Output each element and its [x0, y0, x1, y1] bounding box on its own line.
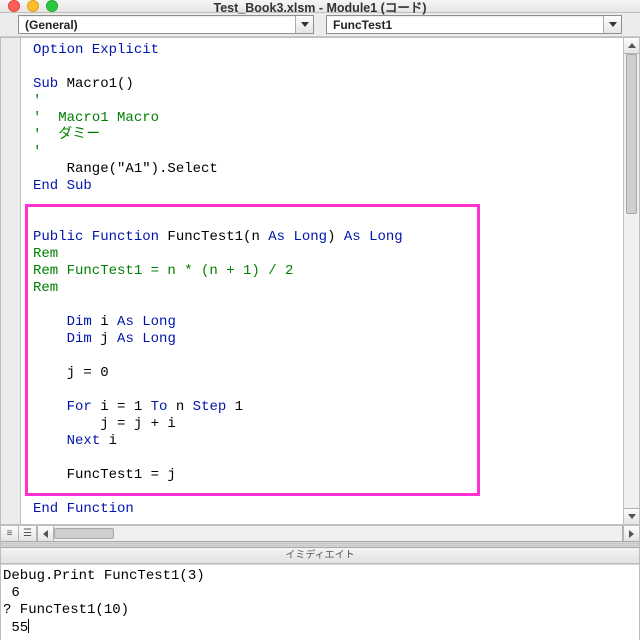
immediate-window[interactable]: Debug.Print FuncTest1(3) 6 ? FuncTest1(1…	[1, 564, 639, 640]
title-bar: Test_Book3.xlsm - Module1 (コード)	[0, 0, 640, 13]
code-token: As Long	[117, 331, 176, 347]
chevron-up-icon	[628, 43, 636, 48]
code-token: )	[327, 229, 344, 245]
editor-stage: Option Explicit Sub Macro1() ' ' Macro1 …	[0, 37, 640, 640]
code-token: Rem	[33, 280, 58, 296]
code-scroll[interactable]: Option Explicit Sub Macro1() ' ' Macro1 …	[21, 38, 639, 524]
chevron-left-icon	[43, 530, 48, 538]
code-token: Range("A1").Select	[33, 161, 218, 177]
horizontal-bar: ≡ ☰	[1, 525, 639, 541]
scroll-track[interactable]	[624, 54, 639, 508]
code-token: As Long	[344, 229, 403, 245]
vertical-scrollbar[interactable]	[623, 38, 639, 524]
immediate-line: 55	[3, 620, 28, 636]
code-token: Dim	[67, 314, 92, 330]
immediate-line: 6	[3, 585, 28, 601]
code-token: '	[33, 144, 41, 160]
minimize-icon[interactable]	[27, 0, 39, 12]
scroll-thumb[interactable]	[54, 528, 114, 539]
code-token: Public Function	[33, 229, 159, 245]
scroll-down-button[interactable]	[624, 508, 639, 524]
code-token: j = j + i	[33, 416, 176, 432]
full-module-view-button[interactable]: ☰	[19, 526, 37, 541]
object-procedure-bar: (General) FuncTest1	[0, 13, 640, 37]
code-token: Step	[193, 399, 227, 415]
code-token: As Long	[268, 229, 327, 245]
pane-splitter[interactable]	[1, 541, 639, 548]
code-token: End Sub	[33, 178, 92, 194]
window-controls	[8, 0, 58, 12]
code-token: Rem	[33, 246, 58, 262]
code-token: Dim	[67, 331, 92, 347]
code-token: Next	[67, 433, 101, 449]
code-token: Macro1()	[67, 76, 134, 92]
code-token: FuncTest1(n	[159, 229, 268, 245]
maximize-icon[interactable]	[46, 0, 58, 12]
chevron-down-icon[interactable]	[603, 16, 621, 33]
chevron-right-icon	[629, 530, 634, 538]
procedure-view-button[interactable]: ≡	[1, 526, 19, 541]
code-token: End Function	[33, 501, 134, 517]
code-token: i	[92, 314, 117, 330]
horizontal-scrollbar[interactable]	[53, 526, 623, 541]
margin-indicator[interactable]	[1, 38, 21, 524]
code-token: Option Explicit	[33, 42, 159, 58]
code-token: Rem FuncTest1 = n * (n + 1) / 2	[33, 263, 293, 279]
code-token: As Long	[117, 314, 176, 330]
code-editor[interactable]: Option Explicit Sub Macro1() ' ' Macro1 …	[21, 38, 639, 524]
immediate-line: Debug.Print FuncTest1(3)	[3, 568, 205, 584]
scroll-left-button[interactable]	[37, 526, 53, 541]
chevron-down-icon	[628, 514, 636, 519]
close-icon[interactable]	[8, 0, 20, 12]
immediate-window-title: イミディエイト	[1, 548, 639, 564]
code-token: i = 1	[92, 399, 151, 415]
code-token: For	[67, 399, 92, 415]
code-token: FuncTest1 = j	[33, 467, 176, 483]
code-token: j	[92, 331, 117, 347]
scroll-right-button[interactable]	[623, 526, 639, 541]
code-token: '	[33, 93, 41, 109]
code-token: Sub	[33, 76, 58, 92]
chevron-down-icon[interactable]	[295, 16, 313, 33]
code-token: Macro1 Macro	[41, 110, 159, 126]
procedure-dropdown-value: FuncTest1	[327, 16, 603, 33]
code-token: n	[167, 399, 192, 415]
code-token: i	[100, 433, 117, 449]
code-token: To	[151, 399, 168, 415]
code-pane: Option Explicit Sub Macro1() ' ' Macro1 …	[1, 38, 639, 525]
code-token: 1	[226, 399, 243, 415]
scroll-thumb[interactable]	[626, 54, 637, 214]
scroll-up-button[interactable]	[624, 38, 639, 54]
code-token: j = 0	[33, 365, 109, 381]
immediate-line: ? FuncTest1(10)	[3, 602, 129, 618]
object-dropdown[interactable]: (General)	[18, 15, 314, 34]
object-dropdown-value: (General)	[19, 16, 295, 33]
procedure-dropdown[interactable]: FuncTest1	[326, 15, 622, 34]
text-caret	[28, 619, 29, 633]
code-token: ダミー	[41, 127, 100, 143]
